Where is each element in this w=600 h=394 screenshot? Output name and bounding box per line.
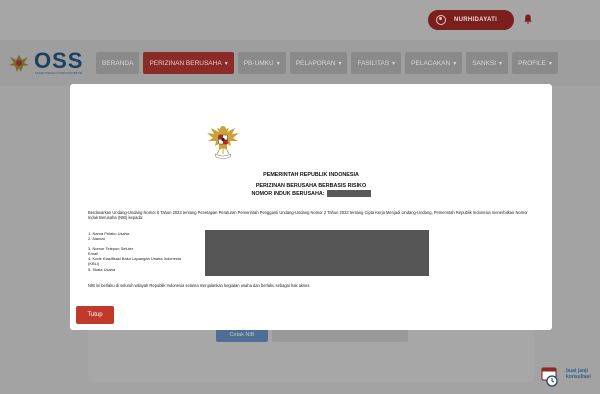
- close-button[interactable]: Tutup: [76, 306, 114, 324]
- user-menu-button[interactable]: NURHIDAYATI: [428, 10, 514, 30]
- nav-item-label: PERIZINAN BERUSAHA: [149, 59, 222, 67]
- doc-heading-license: PERIZINAN BERUSAHA BERBASIS RISIKO: [255, 183, 367, 189]
- nav-item-label: PELAPORAN: [295, 59, 336, 67]
- logo-subtitle: KEMENTERIAN INVESTASI/BKPM: [35, 71, 83, 75]
- nib-number-redaction: [326, 190, 371, 197]
- chevron-down-icon: ▾: [499, 60, 503, 67]
- doc-field-label: 5. Skala Usaha: [88, 266, 116, 272]
- nav-item-label: BERANDA: [102, 59, 134, 67]
- secondary-button[interactable]: [272, 328, 408, 342]
- nav-item-pb-umku[interactable]: PB-UMKU ▾: [237, 52, 286, 74]
- nav-item-label: PELACAKAN: [411, 59, 451, 67]
- nib-preview-modal: PEMERINTAH REPUBLIK INDONESIA PERIZINAN …: [70, 84, 552, 330]
- chevron-down-icon: ▾: [338, 60, 342, 67]
- user-circle-icon: [436, 15, 446, 25]
- chevron-down-icon: ▾: [548, 60, 552, 67]
- nav-item-beranda[interactable]: BERANDA: [96, 52, 140, 74]
- chevron-down-icon: ▾: [453, 60, 457, 67]
- nav-item-label: FASILITAS: [357, 59, 390, 67]
- nav-item-perizinan-berusaha[interactable]: PERIZINAN BERUSAHA ▾: [143, 52, 234, 74]
- oss-logo[interactable]: OSS KEMENTERIAN INVESTASI/BKPM: [8, 48, 92, 78]
- nav-menu: BERANDA PERIZINAN BERUSAHA ▾ PB-UMKU ▾ PELAPO…: [96, 52, 558, 74]
- doc-intro-text: Berdasarkan Undang-Undang Nomor 6 Tahun …: [88, 210, 528, 221]
- cetak-nib-button[interactable]: Cetak NIB: [216, 328, 268, 342]
- garuda-logo-icon: [8, 52, 30, 74]
- field-values-redaction: [205, 230, 429, 276]
- doc-field-list: 1. Nama Pelaku Usaha 2. Alamat 3. Nomor Te…: [88, 231, 208, 272]
- nav-item-label: PB-UMKU: [243, 59, 274, 67]
- nav-item-pelacakan[interactable]: PELACAKAN ▾: [405, 52, 463, 74]
- appointment-widget[interactable]: buat janji konsultasi: [536, 362, 600, 394]
- main-navbar: OSS KEMENTERIAN INVESTASI/BKPM BERANDA PE…: [0, 40, 600, 86]
- nav-item-pelaporan[interactable]: PELAPORAN ▾: [289, 52, 348, 74]
- chevron-down-icon: ▾: [224, 60, 228, 67]
- appointment-line-2: konsultasi: [566, 374, 591, 380]
- top-bar: NURHIDAYATI: [0, 0, 600, 40]
- nib-document: PEMERINTAH REPUBLIK INDONESIA PERIZINAN …: [70, 84, 552, 330]
- appointment-text: buat janji konsultasi: [566, 368, 591, 380]
- doc-heading-nib: NOMOR INDUK BERUSAHA:: [70, 190, 552, 197]
- bell-icon[interactable]: [524, 14, 532, 24]
- nav-item-fasilitas[interactable]: FASILITAS ▾: [351, 52, 402, 74]
- user-name: NURHIDAYATI: [454, 17, 498, 23]
- chevron-down-icon: ▾: [276, 60, 280, 67]
- doc-heading-government: PEMERINTAH REPUBLIK INDONESIA: [263, 172, 359, 178]
- garuda-emblem-icon: [205, 124, 241, 162]
- calendar-clock-icon: [540, 366, 560, 388]
- nav-item-label: PROFILE: [518, 59, 546, 67]
- nav-item-sanksi[interactable]: SANKSI ▾: [466, 52, 509, 74]
- doc-closing-text: NIB ini berlaku di seluruh wilayah Repub…: [88, 283, 310, 288]
- nav-item-profile[interactable]: PROFILE ▾: [512, 52, 558, 74]
- nib-label: NOMOR INDUK BERUSAHA:: [251, 190, 325, 197]
- chevron-down-icon: ▾: [392, 60, 396, 67]
- nav-item-label: SANKSI: [472, 59, 497, 67]
